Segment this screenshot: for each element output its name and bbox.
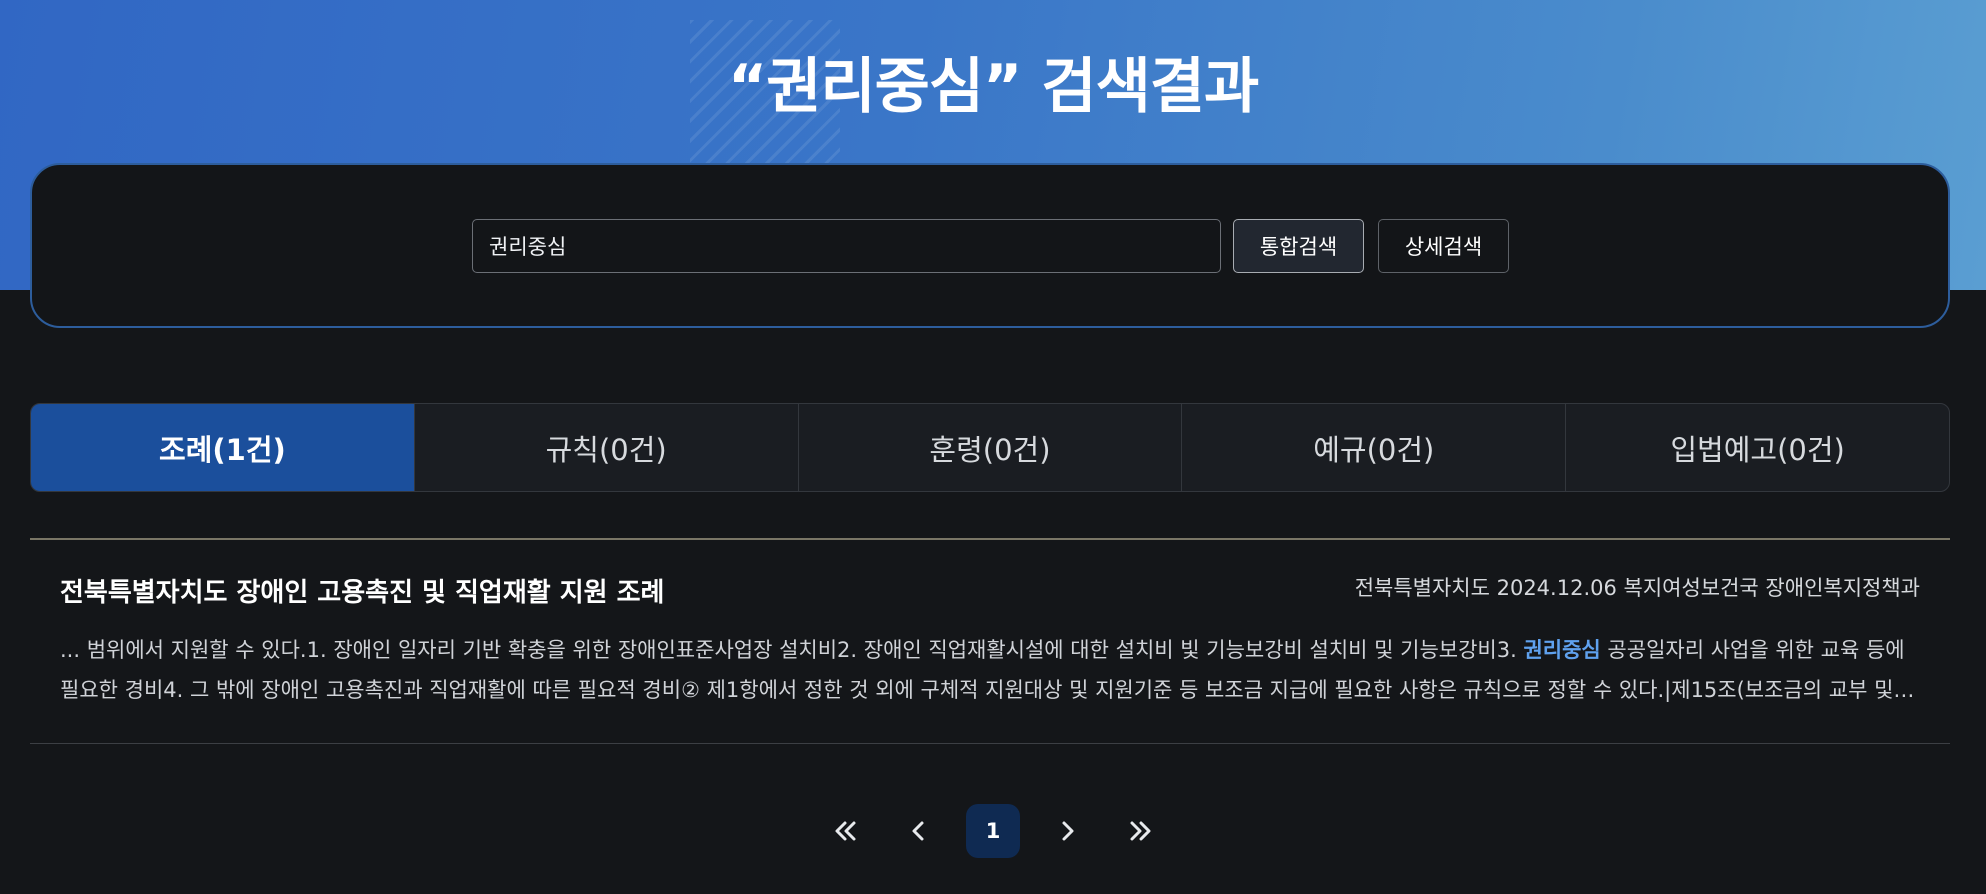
chevron-right-icon[interactable]	[1040, 804, 1094, 858]
advanced-search-button[interactable]: 상세검색	[1378, 219, 1509, 273]
double-chevron-right-icon[interactable]	[1114, 804, 1168, 858]
integrated-search-button[interactable]: 통합검색	[1233, 219, 1364, 273]
snippet-keyword-highlight: 권리중심	[1523, 638, 1601, 662]
result-meta: 전북특별자치도 2024.12.06 복지여성보건국 장애인복지정책과	[1354, 576, 1920, 600]
page-title: “권리중심” 검색결과	[727, 52, 1259, 122]
tab-rule[interactable]: 규칙(0건)	[413, 404, 798, 491]
result-title-link[interactable]: 전북특별자치도 장애인 고용촉진 및 직업재활 지원 조례	[60, 572, 664, 609]
tab-regulation[interactable]: 예규(0건)	[1181, 404, 1565, 491]
page-number-current[interactable]: 1	[966, 804, 1020, 858]
search-input[interactable]	[472, 219, 1221, 273]
tab-directive[interactable]: 훈령(0건)	[797, 404, 1182, 491]
tab-ordinance[interactable]: 조례(1건)	[31, 404, 414, 491]
chevron-left-icon[interactable]	[892, 804, 946, 858]
search-panel: 통합검색 상세검색	[30, 163, 1950, 328]
category-tabs: 조례(1건) 규칙(0건) 훈령(0건) 예규(0건) 입법예고(0건)	[30, 403, 1950, 492]
results-divider-bottom	[30, 743, 1950, 744]
pagination: 1	[0, 803, 1986, 859]
snippet-text-before: ... 범위에서 지원할 수 있다.1. 장애인 일자리 기반 확충을 위한 장…	[60, 638, 1524, 662]
double-chevron-left-icon[interactable]	[818, 804, 872, 858]
results-divider-top	[30, 538, 1950, 540]
result-snippet: ... 범위에서 지원할 수 있다.1. 장애인 일자리 기반 확충을 위한 장…	[60, 630, 1920, 710]
tab-legislative-notice[interactable]: 입법예고(0건)	[1565, 404, 1949, 491]
